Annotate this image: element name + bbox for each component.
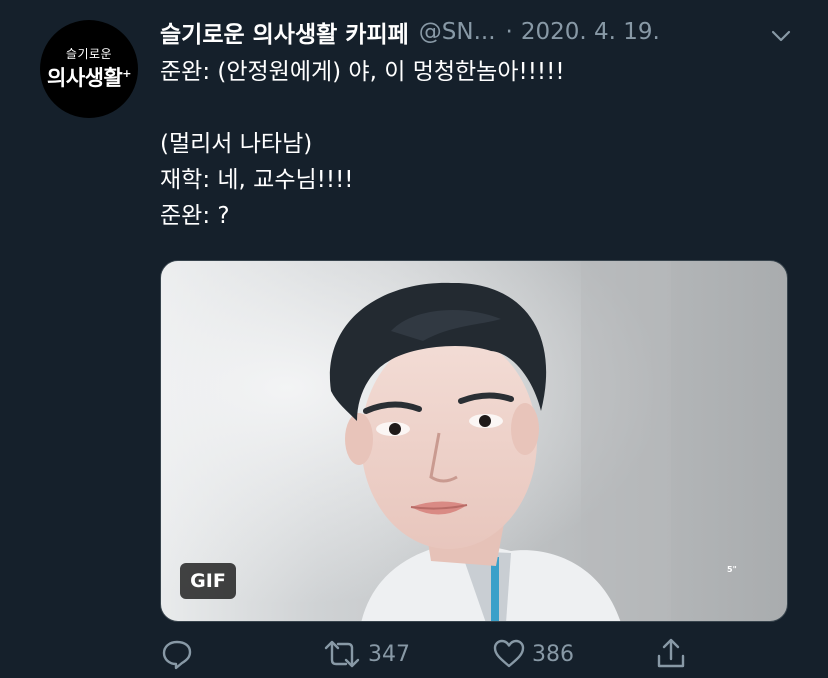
reply-icon [160,638,194,670]
tweet-actions: 347 386 [160,636,720,672]
avatar-plus: + [122,67,131,80]
tweet-text: 준완: (안정원에게) 야, 이 멍청한놈아!!!!! (멀리서 나타남) 재학… [160,54,800,234]
share-button[interactable] [654,636,688,672]
tweet-line: 재학: 네, 교수님!!!! [160,167,354,193]
retweet-count: 347 [368,641,410,667]
tweet-line: (멀리서 나타남) [160,131,313,157]
avatar-big-text: 의사생활+ [47,61,131,91]
display-name[interactable]: 슬기로운 의사생활 카피페 [160,15,409,49]
gif-watermark: 5" [727,565,737,574]
retweet-icon [322,638,362,670]
tweet-date[interactable]: 2020. 4. 19. [521,19,660,45]
share-icon [654,638,688,670]
retweet-button[interactable]: 347 [322,636,410,672]
like-button[interactable]: 386 [492,636,574,672]
heart-icon [492,638,526,670]
tweet-line: 준완: (안정원에게) 야, 이 멍청한놈아!!!!! [160,59,565,85]
avatar-small-text: 슬기로운 [65,47,113,61]
header-separator: · [505,19,513,45]
gif-badge: GIF [180,563,236,599]
tweet-line: 준완: ? [160,203,230,229]
tweet-header: 슬기로운 의사생활 카피페 @SN... · 2020. 4. 19. [160,14,800,50]
avatar-title: 의사생활 [47,66,123,90]
gif-media[interactable]: GIF 5" [160,260,788,622]
reply-button[interactable] [160,636,194,672]
gif-frame-image [161,261,787,621]
tweet[interactable]: 슬기로운 의사생활+ 슬기로운 의사생활 카피페 @SN... · 2020. … [0,0,828,678]
avatar[interactable]: 슬기로운 의사생활+ [40,20,138,118]
chevron-down-icon[interactable] [770,24,792,42]
user-handle[interactable]: @SN... [419,19,496,45]
like-count: 386 [532,641,574,667]
